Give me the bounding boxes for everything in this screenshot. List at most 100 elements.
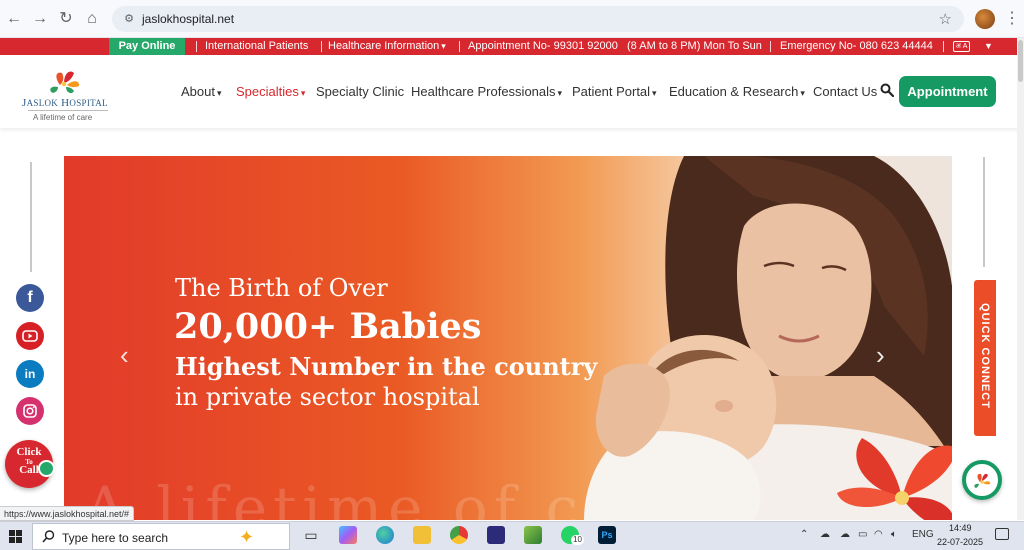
healthcare-information-label: Healthcare Information [328, 40, 440, 52]
nav-about[interactable]: About ▾ [181, 84, 222, 100]
quick-connect-tab[interactable]: QUICK CONNECT [974, 280, 996, 436]
nav-patient-portal[interactable]: Patient Portal ▾ [572, 84, 657, 100]
hero-watermark: A lifetime of c [84, 474, 585, 520]
left-divider-line [30, 162, 32, 272]
instagram-camera-icon [23, 404, 37, 418]
topbar-divider [196, 41, 197, 52]
back-icon[interactable]: ← [4, 9, 24, 29]
facebook-icon[interactable]: f [16, 284, 44, 312]
teams-app-icon[interactable] [487, 526, 505, 544]
file-explorer-icon[interactable] [413, 526, 431, 544]
nav-contact-us[interactable]: Contact Us [813, 84, 877, 100]
carousel-next-icon[interactable]: › [876, 342, 885, 368]
chevron-up-icon[interactable]: ⌃ [800, 527, 808, 543]
topbar-divider [459, 41, 460, 52]
search-icon[interactable] [880, 83, 894, 97]
topbar-divider [943, 41, 944, 52]
quick-connect-label: QUICK CONNECT [979, 303, 991, 409]
page-scrollbar[interactable] [1017, 38, 1024, 520]
cloud-sync-icon[interactable]: ☁ [840, 527, 850, 543]
flower-logo-icon [50, 71, 80, 94]
task-view-icon[interactable]: ▭ [302, 526, 320, 544]
emergency-number-link[interactable]: Emergency No- 080 623 44444 [780, 38, 933, 55]
chevron-down-icon: ▾ [652, 88, 657, 98]
nav-education-research[interactable]: Education & Research ▾ [669, 84, 805, 100]
nav-specialty-clinic[interactable]: Specialty Clinic [316, 84, 404, 100]
search-icon [42, 530, 55, 543]
chevron-down-icon: ▾ [441, 41, 446, 51]
site-info-icon[interactable]: ⚙ [122, 12, 136, 26]
logo-wordmark: JASLOK HOSPITAL [22, 97, 108, 109]
wifi-icon[interactable]: ◠ [874, 527, 883, 543]
international-patients-link[interactable]: International Patients [205, 38, 308, 55]
nav-specialties-label: Specialties [236, 84, 299, 99]
url-text[interactable]: jaslokhospital.net [142, 12, 234, 26]
windows-start-icon[interactable] [9, 530, 22, 543]
page-scrollbar-thumb[interactable] [1018, 40, 1023, 82]
browser-menu-icon[interactable]: ⋮ [1004, 9, 1020, 29]
nav-specialties[interactable]: Specialties ▾ [236, 84, 305, 100]
site-header: JASLOK HOSPITAL A lifetime of care About… [0, 55, 1020, 128]
nav-healthcare-professionals[interactable]: Healthcare Professionals ▾ [411, 84, 562, 100]
chevron-down-icon: ▾ [557, 88, 563, 98]
nav-education-research-label: Education & Research [669, 84, 799, 99]
taskbar-clock-time[interactable]: 14:49 [949, 523, 972, 533]
click-to-call-line1: Click [16, 446, 42, 458]
chevron-down-icon: ▾ [300, 88, 306, 98]
logo-divider [28, 110, 108, 111]
hero-heading-line2: 20,000+ Babies [174, 306, 482, 347]
photoshop-app-icon[interactable]: Ps [598, 526, 616, 544]
whatsapp-badge: 10 [571, 535, 584, 545]
top-info-bar: Pay Online International Patients Health… [0, 38, 1024, 55]
appointment-number-link[interactable]: Appointment No- 99301 92000 [468, 38, 618, 55]
browser-toolbar: ← → ↻ ⌂ ⚙ jaslokhospital.net ☆ ⋮ [0, 0, 1024, 38]
carousel-prev-icon[interactable]: ‹ [120, 342, 129, 368]
battery-icon[interactable]: ▭ [858, 527, 867, 543]
copilot-app-icon[interactable] [339, 526, 357, 544]
logo-tagline: A lifetime of care [33, 113, 93, 122]
notepad-app-icon[interactable] [524, 526, 542, 544]
appointment-hours: (8 AM to 8 PM) Mon To Sun [627, 40, 762, 52]
chevron-down-icon[interactable]: ▼ [984, 38, 993, 55]
phone-icon [38, 460, 55, 477]
hero-heading-line1: The Birth of Over [175, 274, 388, 302]
reload-icon[interactable]: ↻ [56, 9, 76, 29]
edge-browser-icon[interactable] [376, 526, 394, 544]
jaslok-logo[interactable]: JASLOK HOSPITAL A lifetime of care [18, 63, 122, 125]
status-bar-url: https://www.jaslokhospital.net/# [0, 506, 135, 521]
linkedin-icon[interactable]: in [16, 360, 44, 388]
appointment-button[interactable]: Appointment [899, 76, 996, 107]
bookmark-star-icon[interactable]: ☆ [939, 10, 952, 28]
chevron-down-icon: ▾ [216, 88, 222, 98]
forward-icon[interactable]: → [30, 9, 50, 29]
hero-banner: The Birth of Over 20,000+ Babies Highest… [64, 156, 952, 520]
chevron-down-icon: ▾ [800, 88, 805, 98]
pay-online-button[interactable]: Pay Online [109, 38, 185, 55]
nav-healthcare-professionals-label: Healthcare Professionals [411, 84, 556, 99]
onedrive-cloud-icon[interactable]: ☁ [820, 527, 830, 543]
language-toggle[interactable]: अ A [953, 41, 970, 52]
youtube-play-icon [22, 330, 38, 342]
sparkle-icon: ✦ [239, 527, 255, 547]
home-icon[interactable]: ⌂ [82, 9, 102, 29]
taskbar-search-placeholder: Type here to search [62, 531, 169, 545]
chat-widget-button[interactable] [962, 460, 1002, 500]
chrome-browser-icon[interactable] [450, 526, 468, 544]
hero-heading-line4: in private sector hospital [175, 383, 480, 411]
instagram-icon[interactable] [16, 397, 44, 425]
youtube-icon[interactable] [16, 322, 44, 350]
nav-about-label: About [181, 84, 215, 99]
address-bar[interactable]: ⚙ jaslokhospital.net ☆ [112, 6, 964, 32]
notification-icon[interactable] [995, 528, 1009, 540]
input-language[interactable]: ENG [912, 527, 934, 543]
healthcare-information-menu[interactable]: Healthcare Information ▾ [328, 38, 446, 55]
volume-icon[interactable]: 🔈︎ [891, 527, 897, 543]
chat-flower-icon [974, 473, 991, 488]
windows-taskbar: Type here to search ✦ [0, 521, 1024, 550]
taskbar-search-box[interactable]: Type here to search ✦ [32, 523, 290, 550]
hero-heading-line3: Highest Number in the country [175, 352, 598, 381]
right-divider-line [983, 157, 985, 267]
profile-avatar[interactable] [975, 9, 995, 29]
topbar-divider [770, 41, 771, 52]
taskbar-clock-date[interactable]: 22-07-2025 [937, 537, 983, 547]
